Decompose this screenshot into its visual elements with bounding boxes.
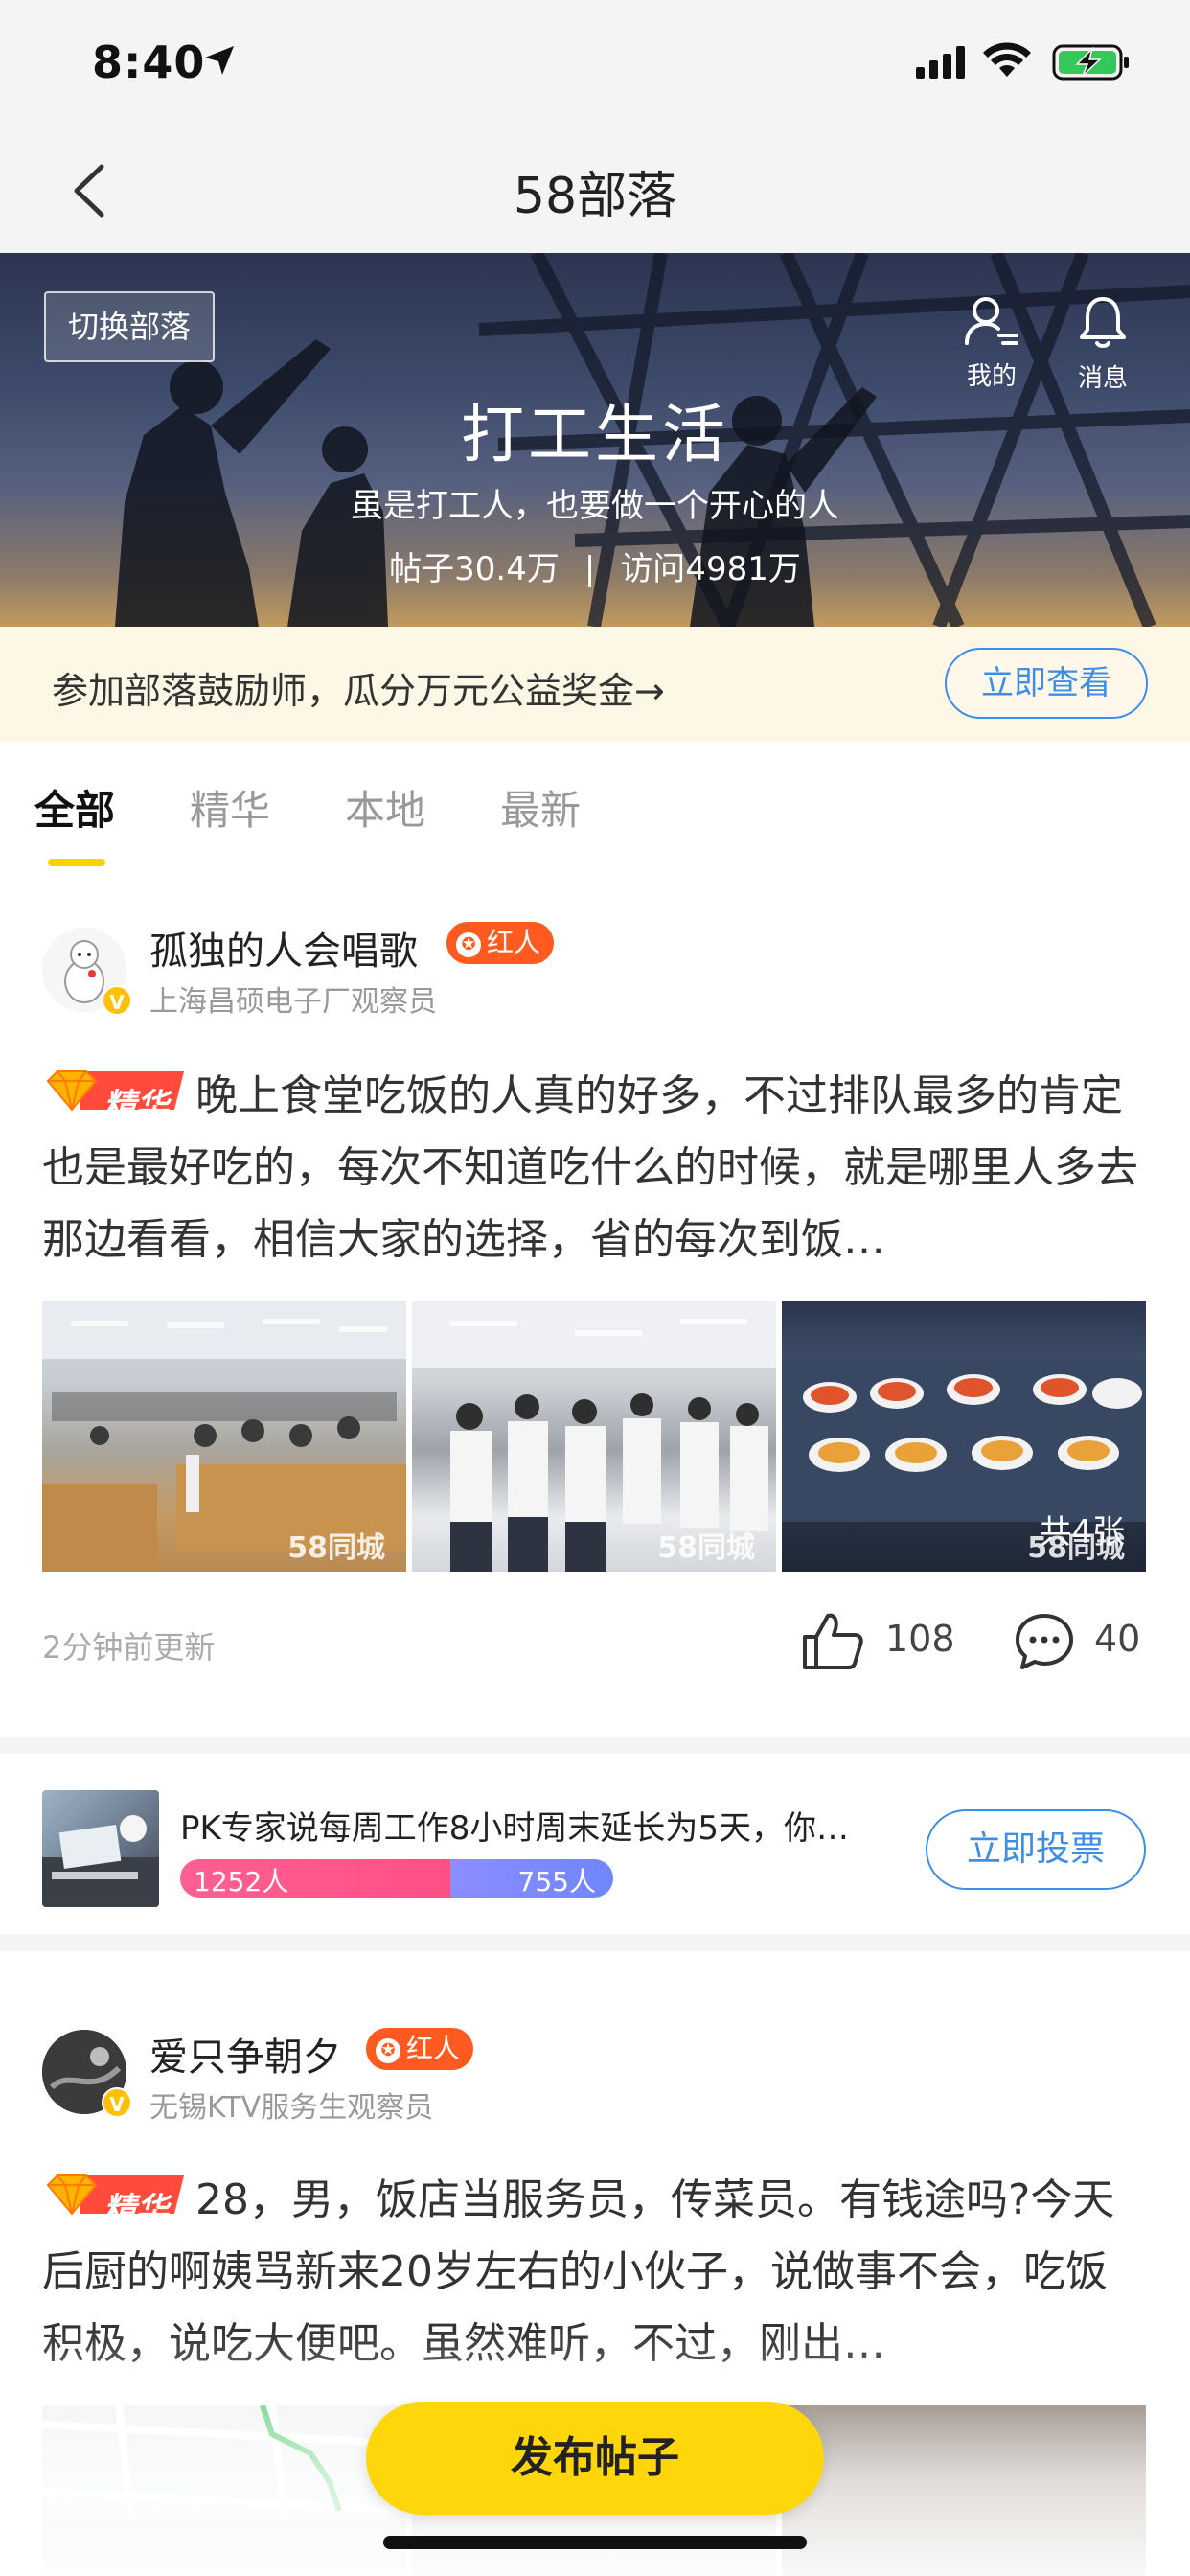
visits-count: 访问4981万: [620, 550, 801, 588]
verified-badge: V: [102, 2087, 132, 2118]
tab-all[interactable]: 全部: [34, 778, 115, 837]
like-count: 108: [885, 1618, 955, 1660]
mine-label: 我的: [966, 362, 1017, 391]
home-indicator: [383, 2536, 807, 2549]
author-name[interactable]: 爱只争朝夕: [149, 2026, 341, 2082]
vote-question[interactable]: PK专家说每周工作8小时周末延长为5天，你…: [180, 1802, 899, 1849]
vote-thumbnail: [42, 1790, 159, 1907]
active-tab-indicator: [48, 859, 105, 866]
promo-text[interactable]: 参加部落鼓励师，瓜分万元公益奖金→: [52, 661, 665, 714]
badge-label: 红人: [406, 2033, 461, 2064]
featured-tag: 精华: [42, 2170, 184, 2229]
status-bar: 8:40: [0, 0, 1190, 126]
comment-icon[interactable]: [1014, 1612, 1075, 1671]
avatar[interactable]: V: [42, 928, 132, 1016]
messages-button[interactable]: 消息: [1060, 295, 1146, 394]
desk-work-image: [42, 1815, 159, 1907]
tab-local[interactable]: 本地: [345, 778, 425, 837]
post-card[interactable]: V 孤独的人会唱歌 ✪ 红人 上海昌硕电子厂观察员 精华 晚上食堂吃饭的人真的好多…: [0, 866, 1190, 1733]
location-arrow-icon: [205, 46, 234, 75]
vote-now-button[interactable]: 立即投票: [926, 1809, 1146, 1890]
bell-icon: [1080, 297, 1126, 348]
cellular-signal-icon: [916, 46, 965, 79]
navigation-bar: 58部落: [0, 126, 1190, 253]
status-time: 8:40: [92, 36, 206, 88]
author-name[interactable]: 孤独的人会唱歌: [149, 920, 418, 976]
section-divider: [0, 1934, 1190, 1951]
avatar[interactable]: V: [42, 2030, 132, 2118]
vote-card[interactable]: PK专家说每周工作8小时周末延长为5天，你… 1252人 755人 立即投票: [0, 1754, 1190, 1934]
featured-tag-label: 精华: [103, 1087, 169, 1125]
image-watermark: 58同城: [657, 1531, 755, 1565]
image-watermark: 58同城: [1027, 1531, 1125, 1565]
tribe-stats: 帖子30.4万 | 访问4981万: [0, 542, 1190, 589]
verified-badge: V: [102, 985, 132, 1016]
influencer-badge: ✪ 红人: [446, 922, 555, 964]
mine-button[interactable]: 我的: [949, 295, 1035, 392]
tribe-banner: 切换部落 打工生活 虽是打工人，也要做一个开心的人 帖子30.4万 | 访问4981…: [0, 253, 1190, 627]
tribe-slogan: 虽是打工人，也要做一个开心的人: [351, 487, 839, 525]
image-watermark: 58同城: [287, 1531, 385, 1565]
user-profile-icon: [965, 297, 1018, 345]
messages-label: 消息: [1077, 364, 1128, 393]
post-time: 2分钟前更新: [42, 1629, 216, 1666]
author-description: 无锡KTV服务生观察员: [149, 2091, 434, 2125]
stats-separator: |: [584, 550, 596, 588]
post-text: 晚上食堂吃饭的人真的好多，不过排队最多的肯定也是最好吃的，每次不知道吃什么的时候…: [42, 1071, 1138, 1264]
post-image-grid[interactable]: 58同城 58同城 共4张 58同城: [42, 1301, 1148, 1572]
vote-result-bar: 1252人 755人: [180, 1859, 613, 1898]
star-icon: ✪: [456, 932, 481, 957]
influencer-badge: ✪ 红人: [366, 2028, 474, 2070]
promo-banner: 参加部落鼓励师，瓜分万元公益奖金→ 立即查看: [0, 627, 1190, 742]
post-content[interactable]: 精华 晚上食堂吃饭的人真的好多，不过排队最多的肯定也是最好吃的，每次不知道吃什么…: [42, 1060, 1148, 1276]
posts-count: 帖子30.4万: [389, 550, 560, 588]
page-title: 58部落: [513, 168, 677, 225]
section-divider: [0, 1736, 1190, 1754]
filter-tabs: 全部 精华 本地 最新: [0, 742, 1190, 866]
thumbs-up-icon[interactable]: [801, 1610, 864, 1671]
badge-label: 红人: [487, 927, 541, 958]
tab-featured[interactable]: 精华: [190, 778, 270, 837]
star-icon: ✪: [376, 2038, 400, 2063]
author-description: 上海昌硕电子厂观察员: [149, 985, 437, 1019]
post-image[interactable]: 58同城: [412, 1301, 776, 1572]
publish-post-button[interactable]: 发布帖子: [366, 2402, 824, 2515]
wifi-icon: [983, 42, 1031, 77]
battery-charging-icon: [1052, 44, 1129, 80]
comment-count: 40: [1094, 1618, 1141, 1660]
switch-tribe-button[interactable]: 切换部落: [44, 291, 215, 362]
featured-tag: 精华: [42, 1066, 184, 1125]
view-now-button[interactable]: 立即查看: [945, 648, 1148, 719]
tribe-title: 打工生活: [461, 398, 729, 472]
tab-latest[interactable]: 最新: [500, 778, 581, 837]
vote-option-a-count: 1252人: [194, 1866, 289, 1898]
featured-tag-label: 精华: [103, 2191, 169, 2229]
post-image[interactable]: 58同城: [42, 1301, 406, 1572]
post-image[interactable]: 共4张 58同城: [782, 1301, 1146, 1572]
vote-option-b-count: 755人: [517, 1866, 596, 1898]
